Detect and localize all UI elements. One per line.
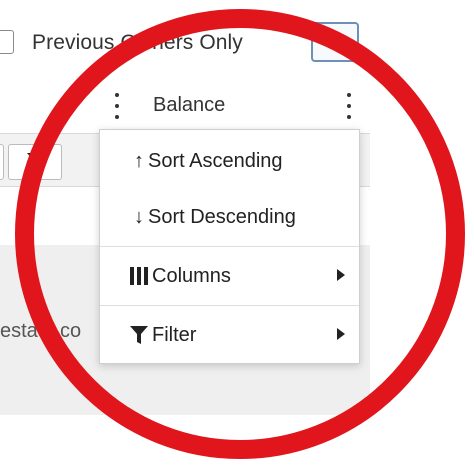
filter-item[interactable]: Filter: [100, 306, 359, 364]
sort-ascending-item[interactable]: ↑ Sort Ascending: [100, 132, 359, 190]
filter-label: Filter: [152, 323, 197, 346]
columns-label: Columns: [152, 264, 231, 287]
sort-descending-item[interactable]: ↓ Sort Descending: [100, 188, 359, 246]
submenu-arrow-icon: [337, 328, 345, 340]
balance-column-menu-icon[interactable]: [344, 93, 354, 119]
previous-owners-checkbox[interactable]: [0, 30, 14, 54]
sort-ascending-label: Sort Ascending: [148, 149, 283, 172]
funnel-icon: [27, 153, 43, 171]
settings-button[interactable]: [311, 22, 359, 62]
email-cell: estate.co: [0, 320, 82, 342]
column-context-menu: ↑ Sort Ascending ↓ Sort Descending Colum…: [99, 129, 360, 364]
arrow-down-icon: ↓: [134, 205, 144, 228]
column-menu-icon[interactable]: [112, 93, 122, 119]
gear-icon: [328, 34, 344, 50]
previous-owners-label[interactable]: Previous Owners Only: [32, 31, 243, 55]
filter-input[interactable]: [0, 144, 4, 180]
submenu-arrow-icon: [337, 269, 345, 281]
columns-item[interactable]: Columns: [100, 247, 359, 305]
columns-icon: [130, 267, 148, 285]
app-screen: Previous Owners Only Balance estate.co ↑…: [0, 0, 474, 469]
arrow-up-icon: ↑: [134, 149, 144, 172]
funnel-icon: [130, 326, 148, 344]
filter-button[interactable]: [8, 144, 62, 180]
sort-descending-label: Sort Descending: [148, 205, 296, 228]
balance-column-header[interactable]: Balance: [153, 94, 225, 117]
